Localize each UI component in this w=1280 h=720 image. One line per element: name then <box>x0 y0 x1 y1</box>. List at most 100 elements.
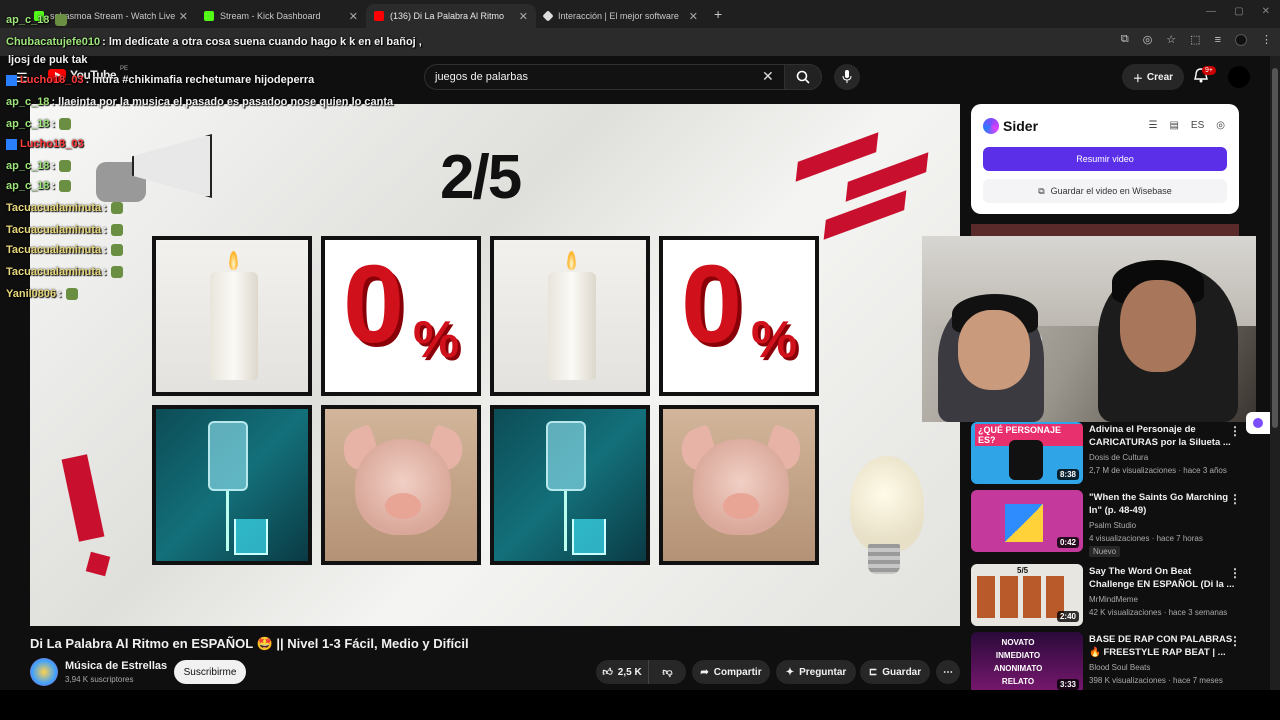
channel-name[interactable]: Psalm Studio <box>1089 521 1136 530</box>
save-label: Guardar <box>882 666 922 678</box>
video-thumbnail[interactable]: 0:42 <box>971 490 1083 552</box>
thumbs-up-icon: 👍︎ <box>602 667 613 678</box>
maximize-icon[interactable]: ▢ <box>1234 6 1243 17</box>
tab-kick-watch[interactable]: sebasmoa Stream - Watch Live ✕ <box>26 4 196 28</box>
more-actions-button[interactable]: ⋯ <box>936 660 960 684</box>
youtube-wordmark: YouTube <box>70 68 117 82</box>
account-avatar[interactable] <box>1228 66 1250 88</box>
video-thumbnail[interactable]: 5/5 2:40 <box>971 564 1083 626</box>
cast-icon[interactable]: ⧉ <box>1121 33 1129 46</box>
youtube-icon <box>374 11 384 21</box>
zero-glyph: 0 <box>343 243 405 366</box>
close-tab-icon[interactable]: ✕ <box>179 10 188 23</box>
create-button[interactable]: ＋ Crear <box>1122 64 1184 90</box>
channel-name[interactable]: Música de Estrellas <box>65 660 167 672</box>
close-window-icon[interactable]: ✕ <box>1262 6 1270 17</box>
more-options-icon[interactable]: ⋮ <box>1229 566 1241 580</box>
ask-button[interactable]: ✦ Preguntar <box>776 660 856 684</box>
video-thumbnail[interactable]: ¿QUÉ PERSONAJE ES? 8:38 <box>971 422 1083 484</box>
save-to-wisebase-button[interactable]: ⧉ Guardar el video en Wisebase <box>983 179 1227 203</box>
percent-glyph: % <box>751 311 798 369</box>
grid-cell-candle <box>490 236 650 396</box>
subscribe-button[interactable]: Suscribirme <box>174 660 246 684</box>
like-button[interactable]: 👍︎ 2,5 K <box>596 660 648 684</box>
diamond-icon <box>542 10 554 22</box>
channel-avatar[interactable] <box>30 658 58 686</box>
search-button[interactable] <box>784 64 822 90</box>
hidden-thumbnail-strip <box>971 224 1239 236</box>
minimize-icon[interactable]: — <box>1206 6 1216 17</box>
iv-bag <box>208 421 248 491</box>
more-options-icon[interactable]: ⋮ <box>1229 492 1241 506</box>
extensions-icon[interactable]: ⬚ <box>1190 33 1200 46</box>
more-icon[interactable]: ⋮ <box>1261 33 1272 46</box>
tab-interaccion[interactable]: Interacción | El mejor software ✕ <box>536 4 706 28</box>
create-label: Crear <box>1146 71 1174 83</box>
tab-kick-dashboard[interactable]: Stream - Kick Dashboard ✕ <box>196 4 366 28</box>
grid-cell-candle <box>152 236 312 396</box>
caption-icon[interactable]: ▤ <box>1169 120 1178 131</box>
grid-cell-pig <box>321 405 481 565</box>
video-title[interactable]: "When the Saints Go Marching In" (p. 48-… <box>1089 492 1239 517</box>
clear-search-icon[interactable]: ✕ <box>762 68 774 85</box>
recommendation-item[interactable]: NOVATO INMEDIATO ANONIMATO RELATO 3:33 B… <box>971 632 1267 698</box>
list-icon[interactable]: ☰ <box>1149 120 1158 131</box>
silhouette-graphic <box>1009 440 1043 480</box>
language-toggle[interactable]: ES <box>1191 120 1204 131</box>
duration-badge: 3:33 <box>1056 679 1079 690</box>
save-button[interactable]: ⊏ Guardar <box>860 660 930 684</box>
tab-title: Stream - Kick Dashboard <box>220 11 321 21</box>
star-icon[interactable]: ☆ <box>1166 33 1176 46</box>
share-label: Compartir <box>713 666 762 678</box>
sparkle-icon: ✦ <box>785 666 795 678</box>
summarize-video-button[interactable]: Resumir video <box>983 147 1227 171</box>
recommendation-item[interactable]: 0:42 "When the Saints Go Marching In" (p… <box>971 490 1267 557</box>
youtube-logo[interactable]: YouTube PE <box>48 66 128 82</box>
tab-youtube[interactable]: (136) Di La Palabra Al Ritmo ✕ <box>366 4 536 28</box>
kick-icon <box>34 11 44 21</box>
video-title: Di La Palabra Al Ritmo en ESPAÑOL 🤩 || N… <box>30 636 469 651</box>
save-label: Guardar el video en Wisebase <box>1050 186 1172 196</box>
video-thumbnail[interactable]: NOVATO INMEDIATO ANONIMATO RELATO 3:33 <box>971 632 1083 694</box>
close-tab-icon[interactable]: ✕ <box>519 10 528 23</box>
recommendation-item[interactable]: 5/5 2:40 Say The Word On Beat Challenge … <box>971 564 1267 630</box>
video-player[interactable]: 2/5 0% 0% <box>30 104 960 626</box>
grid-cell-iv-bag <box>152 405 312 565</box>
video-title[interactable]: Say The Word On Beat Challenge EN ESPAÑO… <box>1089 566 1239 591</box>
pig-head <box>355 439 451 535</box>
bookmark-icon: ⊏ <box>868 666 878 678</box>
playlist-icon[interactable]: ≡ <box>1215 34 1221 46</box>
pig-snout <box>385 493 421 519</box>
voice-search-button[interactable] <box>834 64 860 90</box>
window-controls: — ▢ ✕ <box>1206 6 1270 17</box>
video-title[interactable]: Adivina el Personaje de CARICATURAS por … <box>1089 424 1239 449</box>
video-title[interactable]: BASE DE RAP CON PALABRAS 🔥 FREESTYLE RAP… <box>1089 634 1239 659</box>
more-options-icon[interactable]: ⋮ <box>1229 634 1241 648</box>
settings-icon[interactable]: ◎ <box>1216 120 1225 131</box>
iv-tube <box>226 491 229 551</box>
profile-avatar[interactable] <box>1235 33 1247 46</box>
close-tab-icon[interactable]: ✕ <box>689 10 698 23</box>
share-button[interactable]: ➦ Compartir <box>692 660 770 684</box>
channel-name[interactable]: MrMindMeme <box>1089 595 1138 604</box>
eye-off-icon[interactable]: ◎ <box>1143 33 1153 46</box>
notification-badge: 9+ <box>1202 66 1216 75</box>
channel-name[interactable]: Blood Soul Beats <box>1089 663 1150 672</box>
search-value: juegos de palarbas <box>435 71 528 83</box>
pig-head <box>693 439 789 535</box>
zero-glyph: 0 <box>681 243 743 366</box>
hamburger-menu-icon[interactable]: ☰ <box>16 70 28 86</box>
beaker <box>234 519 268 555</box>
new-tab-button[interactable]: + <box>714 6 722 22</box>
dislike-button[interactable]: 👎︎ <box>648 660 686 684</box>
scrollbar-thumb[interactable] <box>1272 68 1278 428</box>
close-tab-icon[interactable]: ✕ <box>349 10 358 23</box>
channel-name[interactable]: Dosis de Cultura <box>1089 453 1148 462</box>
iv-bag <box>546 421 586 491</box>
person-left-face <box>958 310 1030 390</box>
search-input[interactable]: juegos de palarbas <box>424 64 784 90</box>
recommendation-item[interactable]: ¿QUÉ PERSONAJE ES? 8:38 Adivina el Perso… <box>971 422 1267 488</box>
toolbar-icons: ⧉ ◎ ☆ ⬚ ≡ ⋮ <box>1121 33 1272 46</box>
more-options-icon[interactable]: ⋮ <box>1229 424 1241 438</box>
round-counter: 2/5 <box>440 143 522 212</box>
